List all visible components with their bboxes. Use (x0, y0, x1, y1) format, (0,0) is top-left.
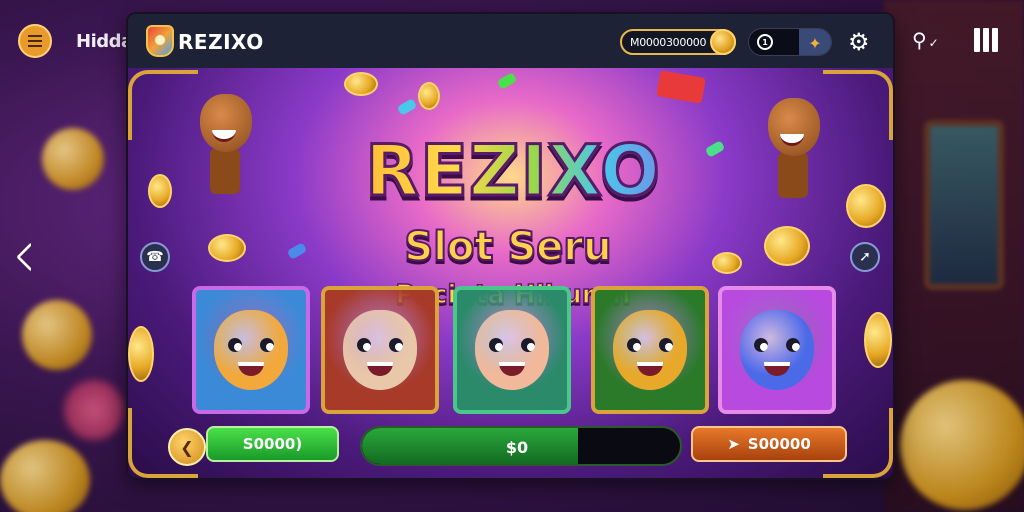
search-icon: ⚲ (912, 28, 927, 52)
outer-brand-label: Hidda (76, 31, 133, 52)
llama-icon (343, 310, 417, 390)
floating-gem (396, 98, 418, 116)
reel-slot (591, 286, 709, 414)
floating-gem (496, 72, 518, 90)
game-window: REZIXO M0000300000 1 ✦ ⚙ ☎ ➚ REZIXO Slot… (128, 14, 893, 478)
background-chip (64, 380, 124, 440)
gear-icon[interactable]: ⚙ (848, 28, 870, 56)
game-topbar: REZIXO M0000300000 1 ✦ ⚙ (128, 14, 893, 68)
game-brand: REZIXO (178, 30, 264, 54)
total-value: S00000 (747, 435, 811, 453)
cursor-icon: ➤ (727, 435, 740, 453)
search-button[interactable]: ⚲ ✓ (912, 28, 939, 52)
left-mascot (190, 94, 260, 194)
chevron-down-icon: ✓ (928, 36, 939, 50)
background-coin (22, 300, 92, 370)
frame-ornament (128, 70, 198, 140)
carousel-prev-icon[interactable] (16, 242, 46, 272)
hero-subtitle: Slot Seru (403, 223, 612, 271)
floating-coin (128, 326, 154, 382)
floating-gem (286, 242, 308, 260)
hero-title: REZIXO (313, 129, 713, 214)
decrease-bet-button[interactable]: ❮ (168, 428, 206, 466)
floating-coin (344, 72, 378, 96)
right-mascot (758, 98, 828, 198)
floating-coin (712, 252, 742, 274)
coin-icon (710, 29, 736, 55)
floating-coin (864, 312, 892, 368)
reel-slot (192, 286, 310, 414)
balance-value: M0000300000 (630, 35, 707, 49)
orange-fox-icon (214, 310, 288, 390)
background-coin (42, 128, 104, 190)
floating-coin (764, 226, 810, 266)
lion-logo-icon (146, 25, 174, 57)
win-progress-bar: $0 (360, 426, 682, 466)
floating-coin (846, 184, 886, 228)
bet-value: S0000) (242, 435, 303, 453)
library-button[interactable] (974, 28, 1002, 52)
reel-slot (718, 286, 836, 414)
info-toggle-value: 1 (757, 34, 773, 50)
win-value: $0 (505, 438, 529, 457)
balance-display[interactable]: M0000300000 (620, 29, 736, 55)
info-toggle[interactable]: 1 ✦ (748, 28, 832, 56)
frame-ornament (823, 70, 893, 140)
goblin-icon (613, 310, 687, 390)
background-coin (900, 380, 1024, 510)
fullscreen-button[interactable]: ➚ (850, 242, 880, 272)
reel-slot (453, 286, 571, 414)
helmet-girl-icon (475, 310, 549, 390)
blue-cat-icon (740, 310, 814, 390)
floating-coin (418, 82, 440, 110)
torch-icon[interactable]: ✦ (799, 29, 831, 55)
floating-coin (148, 174, 172, 208)
reel-slot (321, 286, 439, 414)
spin-total-button[interactable]: ➤ S00000 (691, 426, 847, 462)
floating-gem (656, 70, 706, 104)
bet-button[interactable]: S0000) (206, 426, 339, 462)
menu-button[interactable] (18, 24, 52, 58)
hamburger-icon (28, 40, 42, 42)
sound-button[interactable]: ☎ (140, 242, 170, 272)
floating-coin (208, 234, 246, 262)
background-coin (0, 440, 90, 512)
